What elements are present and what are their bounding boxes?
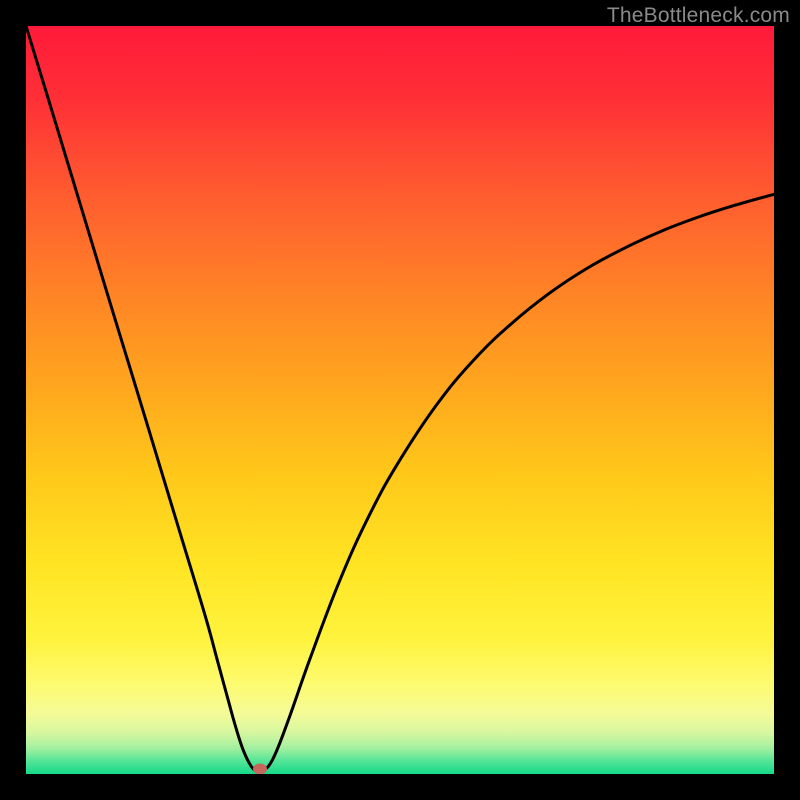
- bottleneck-curve: [26, 26, 774, 774]
- plot-area: [26, 26, 774, 774]
- watermark: TheBottleneck.com: [607, 4, 790, 28]
- chart-frame: TheBottleneck.com: [0, 0, 800, 800]
- optimal-point-marker: [253, 763, 267, 774]
